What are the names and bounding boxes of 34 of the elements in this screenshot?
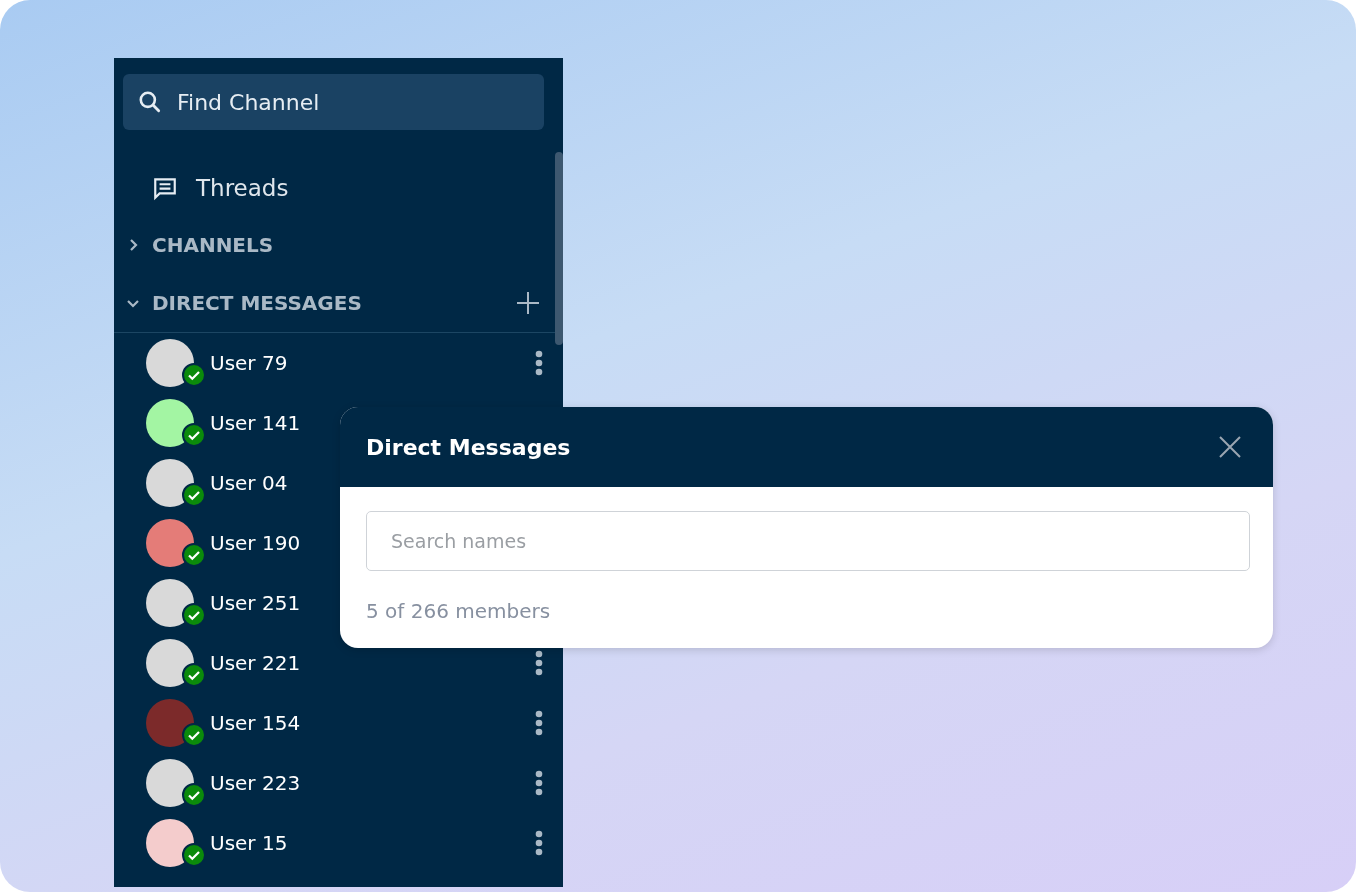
user-name[interactable]: User 190 (210, 531, 301, 555)
section-header[interactable]: CHANNELS (152, 233, 274, 257)
check-badge-icon (182, 603, 206, 627)
dialog-title: Direct Messages (366, 434, 571, 460)
user-name[interactable]: User 141 (210, 411, 301, 435)
user-name[interactable]: User 251 (210, 591, 301, 615)
user-name[interactable]: User 15 (210, 831, 288, 855)
more-options-icon[interactable] (535, 770, 543, 796)
close-icon[interactable] (1218, 435, 1242, 459)
user-name[interactable]: User 04 (210, 471, 288, 495)
check-badge-icon (182, 843, 206, 867)
search-names-field[interactable]: Search names (366, 511, 1250, 571)
chat-bubble-icon (152, 175, 178, 201)
more-options-icon[interactable] (535, 350, 543, 376)
find-channel-field[interactable]: Find Channel (123, 74, 544, 130)
member-count: 5 of 266 members (366, 599, 551, 623)
user-name[interactable]: User 154 (210, 711, 301, 735)
more-options-icon[interactable] (535, 830, 543, 856)
threads-item[interactable]: Threads (152, 160, 312, 216)
scrollbar[interactable] (555, 152, 563, 345)
check-badge-icon (182, 663, 206, 687)
plus-icon[interactable] (515, 290, 541, 316)
user-name[interactable]: User 79 (210, 351, 288, 375)
section-header[interactable]: DIRECT MESSAGES (152, 291, 362, 315)
more-options-icon[interactable] (535, 710, 543, 736)
check-badge-icon (182, 723, 206, 747)
more-options-icon[interactable] (535, 650, 543, 676)
check-badge-icon (182, 483, 206, 507)
user-name[interactable]: User 223 (210, 771, 301, 795)
check-badge-icon (182, 423, 206, 447)
check-badge-icon (182, 543, 206, 567)
check-badge-icon (182, 363, 206, 387)
user-name[interactable]: User 221 (210, 651, 301, 675)
check-badge-icon (182, 783, 206, 807)
